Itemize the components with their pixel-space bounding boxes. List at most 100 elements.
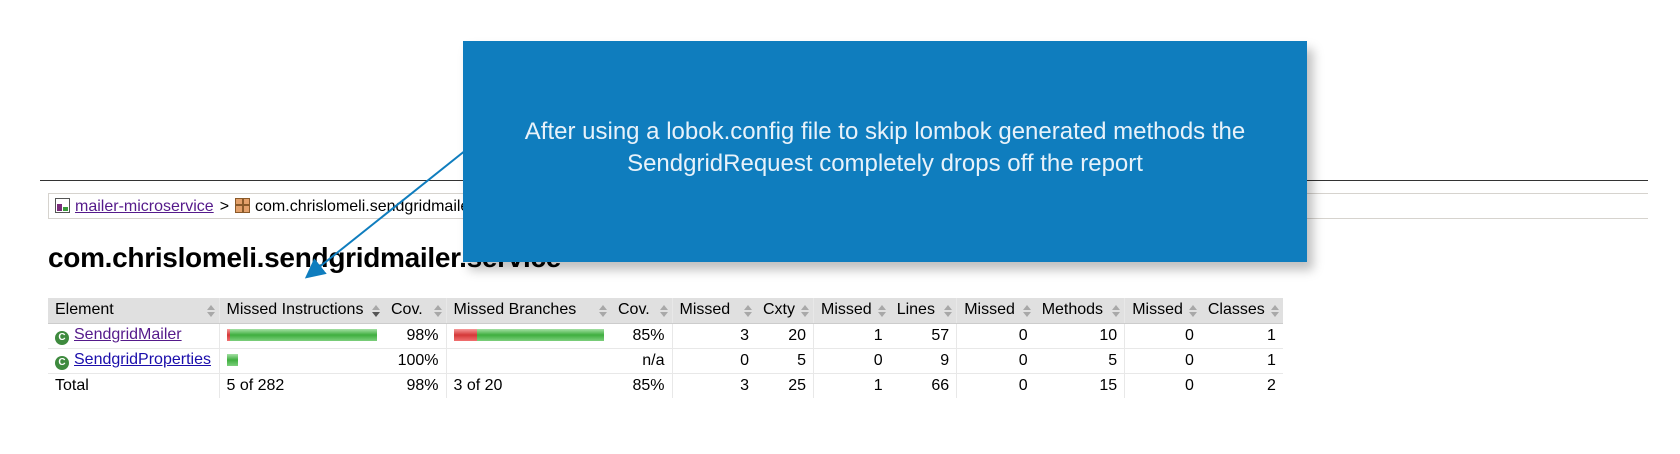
total-label: Total bbox=[48, 372, 219, 398]
package-icon bbox=[235, 198, 251, 213]
lines-value: 9 bbox=[889, 348, 957, 374]
instr-coverage-value: 98% bbox=[384, 323, 446, 349]
coverage-table: Element Missed Instructions Cov. Missed … bbox=[48, 298, 1283, 398]
sort-icon bbox=[206, 305, 215, 317]
instr-bar-cell bbox=[218, 323, 384, 349]
coverage-bar bbox=[226, 327, 377, 344]
header-element[interactable]: Element bbox=[48, 298, 219, 324]
total-cxty-missed: 3 bbox=[671, 372, 756, 398]
table-row: C SendgridMailer 98% 85% 3 20 1 57 0 10 0… bbox=[48, 323, 1283, 349]
header-classes[interactable]: Classes bbox=[1200, 298, 1283, 324]
header-methods-missed[interactable]: Missed bbox=[956, 298, 1035, 324]
sort-icon bbox=[877, 305, 886, 317]
sort-desc-icon bbox=[372, 305, 380, 317]
header-element-label: Element bbox=[55, 301, 114, 319]
header-classes-missed[interactable]: Missed bbox=[1124, 298, 1201, 324]
header-classes-missed-label: Missed bbox=[1132, 301, 1183, 319]
total-classes-missed: 0 bbox=[1124, 372, 1201, 398]
header-missed-branches[interactable]: Missed Branches bbox=[445, 298, 611, 324]
covered-bar-segment bbox=[476, 328, 604, 341]
table-row: C SendgridProperties 100% n/a 0 5 0 9 0 5… bbox=[48, 348, 1283, 374]
element-cell: C SendgridMailer bbox=[48, 323, 219, 349]
header-cxty-label: Cxty bbox=[763, 301, 795, 319]
element-link-sendgridproperties[interactable]: SendgridProperties bbox=[74, 351, 211, 368]
lines-missed-value: 0 bbox=[812, 348, 890, 374]
class-icon: C bbox=[55, 356, 69, 370]
class-icon: C bbox=[55, 331, 69, 345]
report-icon bbox=[55, 198, 70, 213]
sort-icon bbox=[1112, 305, 1121, 317]
coverage-bar bbox=[453, 327, 604, 344]
sort-icon bbox=[744, 305, 752, 317]
lines-missed-value: 1 bbox=[812, 323, 890, 349]
instr-coverage-value: 100% bbox=[384, 348, 446, 374]
header-lines-missed[interactable]: Missed bbox=[812, 298, 890, 324]
cxty-value: 5 bbox=[756, 348, 814, 374]
missed-bar-segment bbox=[453, 328, 477, 341]
callout-text: After using a lobok.config file to skip … bbox=[524, 118, 1246, 177]
breadcrumb-separator: > bbox=[219, 198, 230, 215]
header-cxty-missed-label: Missed bbox=[679, 301, 731, 319]
sort-icon bbox=[599, 305, 607, 317]
branch-coverage-value: n/a bbox=[611, 348, 672, 374]
cxty-missed-value: 3 bbox=[671, 323, 756, 349]
sort-icon bbox=[944, 305, 953, 317]
total-lines: 66 bbox=[889, 372, 957, 398]
total-methods-missed: 0 bbox=[956, 372, 1035, 398]
sort-icon bbox=[1270, 305, 1279, 317]
header-branch-coverage-label: Cov. bbox=[618, 301, 650, 319]
classes-missed-value: 0 bbox=[1124, 348, 1201, 374]
header-missed-instructions-label: Missed Instructions bbox=[226, 301, 364, 319]
methods-missed-value: 0 bbox=[956, 348, 1035, 374]
cxty-missed-value: 0 bbox=[671, 348, 756, 374]
lines-value: 57 bbox=[889, 323, 957, 349]
annotation-callout: After using a lobok.config file to skip … bbox=[463, 41, 1307, 262]
total-classes: 2 bbox=[1200, 372, 1283, 398]
branch-coverage-value: 85% bbox=[611, 323, 672, 349]
header-lines-missed-label: Missed bbox=[821, 301, 872, 319]
header-instr-coverage[interactable]: Cov. bbox=[384, 298, 446, 324]
header-methods-label: Methods bbox=[1041, 301, 1104, 319]
sort-icon bbox=[1022, 305, 1031, 317]
instr-bar-cell bbox=[218, 348, 384, 374]
branch-bar-cell bbox=[445, 323, 611, 349]
methods-missed-value: 0 bbox=[956, 323, 1035, 349]
total-lines-missed: 1 bbox=[812, 372, 890, 398]
total-cxty: 25 bbox=[756, 372, 814, 398]
covered-bar-segment bbox=[226, 353, 238, 366]
total-methods: 15 bbox=[1034, 372, 1125, 398]
header-instr-coverage-label: Cov. bbox=[391, 301, 423, 319]
header-lines-label: Lines bbox=[896, 301, 935, 319]
sort-icon bbox=[801, 305, 809, 317]
total-instr: 5 of 282 bbox=[218, 372, 384, 398]
header-methods[interactable]: Methods bbox=[1034, 298, 1125, 324]
element-link-sendgridmailer[interactable]: SendgridMailer bbox=[74, 326, 182, 343]
header-lines[interactable]: Lines bbox=[889, 298, 957, 324]
header-branch-coverage[interactable]: Cov. bbox=[611, 298, 672, 324]
classes-value: 1 bbox=[1200, 348, 1283, 374]
header-missed-instructions[interactable]: Missed Instructions bbox=[218, 298, 384, 324]
table-total-row: Total 5 of 282 98% 3 of 20 85% 3 25 1 66… bbox=[48, 372, 1283, 398]
header-cxty-missed[interactable]: Missed bbox=[671, 298, 756, 324]
table-header-row: Element Missed Instructions Cov. Missed … bbox=[48, 298, 1283, 324]
header-missed-branches-label: Missed Branches bbox=[453, 301, 577, 319]
breadcrumb-project-link[interactable]: mailer-microservice bbox=[75, 198, 214, 215]
element-cell: C SendgridProperties bbox=[48, 348, 219, 374]
methods-value: 10 bbox=[1034, 323, 1125, 349]
sort-icon bbox=[659, 305, 668, 317]
total-instr-coverage: 98% bbox=[384, 372, 446, 398]
branch-bar-cell bbox=[445, 348, 611, 374]
coverage-bar bbox=[226, 352, 238, 369]
header-methods-missed-label: Missed bbox=[964, 301, 1015, 319]
header-classes-label: Classes bbox=[1207, 301, 1265, 319]
classes-value: 1 bbox=[1200, 323, 1283, 349]
sort-icon bbox=[1188, 305, 1197, 317]
methods-value: 5 bbox=[1034, 348, 1125, 374]
covered-bar-segment bbox=[229, 328, 377, 341]
total-branch: 3 of 20 bbox=[445, 372, 611, 398]
classes-missed-value: 0 bbox=[1124, 323, 1201, 349]
header-cxty[interactable]: Cxty bbox=[756, 298, 814, 324]
cxty-value: 20 bbox=[756, 323, 814, 349]
total-branch-coverage: 85% bbox=[611, 372, 672, 398]
sort-icon bbox=[433, 305, 442, 317]
